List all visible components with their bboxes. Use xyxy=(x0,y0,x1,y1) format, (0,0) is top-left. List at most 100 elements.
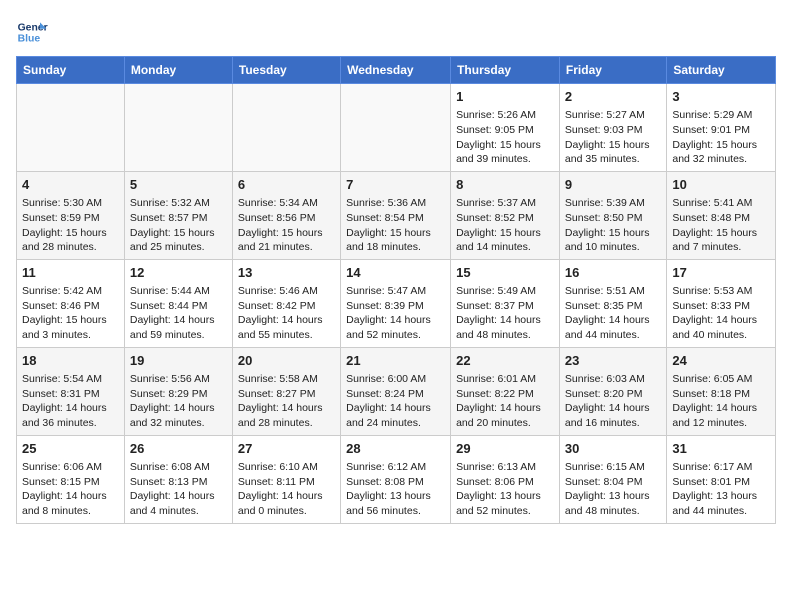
day-header-tuesday: Tuesday xyxy=(232,57,340,84)
day-header-sunday: Sunday xyxy=(17,57,125,84)
day-number: 31 xyxy=(672,440,770,458)
page-header: General Blue xyxy=(16,16,776,48)
day-info: Sunrise: 5:37 AM Sunset: 8:52 PM Dayligh… xyxy=(456,196,554,255)
calendar-header-row: SundayMondayTuesdayWednesdayThursdayFrid… xyxy=(17,57,776,84)
day-number: 22 xyxy=(456,352,554,370)
day-number: 19 xyxy=(130,352,227,370)
calendar-cell xyxy=(232,84,340,172)
day-number: 6 xyxy=(238,176,335,194)
day-info: Sunrise: 5:30 AM Sunset: 8:59 PM Dayligh… xyxy=(22,196,119,255)
day-number: 24 xyxy=(672,352,770,370)
day-info: Sunrise: 5:36 AM Sunset: 8:54 PM Dayligh… xyxy=(346,196,445,255)
day-info: Sunrise: 5:46 AM Sunset: 8:42 PM Dayligh… xyxy=(238,284,335,343)
day-number: 29 xyxy=(456,440,554,458)
day-info: Sunrise: 6:03 AM Sunset: 8:20 PM Dayligh… xyxy=(565,372,661,431)
day-info: Sunrise: 6:17 AM Sunset: 8:01 PM Dayligh… xyxy=(672,460,770,519)
calendar-week-row: 18Sunrise: 5:54 AM Sunset: 8:31 PM Dayli… xyxy=(17,347,776,435)
calendar-cell: 15 Sunrise: 5:49 AM Sunset: 8:37 PM Dayli… xyxy=(451,259,560,347)
day-number: 20 xyxy=(238,352,335,370)
day-number: 5 xyxy=(130,176,227,194)
calendar-cell: 13 Sunrise: 5:46 AM Sunset: 8:42 PM Dayli… xyxy=(232,259,340,347)
calendar-cell: 11Sunrise: 5:42 AM Sunset: 8:46 PM Dayli… xyxy=(17,259,125,347)
day-info: Sunrise: 5:41 AM Sunset: 8:48 PM Dayligh… xyxy=(672,196,770,255)
calendar-cell: 6 Sunrise: 5:34 AM Sunset: 8:56 PM Daylig… xyxy=(232,171,340,259)
calendar-cell: 31 Sunrise: 6:17 AM Sunset: 8:01 PM Dayli… xyxy=(667,435,776,523)
calendar-cell: 19 Sunrise: 5:56 AM Sunset: 8:29 PM Dayli… xyxy=(124,347,232,435)
day-header-friday: Friday xyxy=(559,57,666,84)
day-info: Sunrise: 5:34 AM Sunset: 8:56 PM Dayligh… xyxy=(238,196,335,255)
day-number: 27 xyxy=(238,440,335,458)
calendar-week-row: 11Sunrise: 5:42 AM Sunset: 8:46 PM Dayli… xyxy=(17,259,776,347)
day-number: 17 xyxy=(672,264,770,282)
calendar-cell: 30 Sunrise: 6:15 AM Sunset: 8:04 PM Dayli… xyxy=(559,435,666,523)
day-number: 12 xyxy=(130,264,227,282)
calendar-table: SundayMondayTuesdayWednesdayThursdayFrid… xyxy=(16,56,776,524)
calendar-cell: 23 Sunrise: 6:03 AM Sunset: 8:20 PM Dayli… xyxy=(559,347,666,435)
day-number: 25 xyxy=(22,440,119,458)
day-info: Sunrise: 5:54 AM Sunset: 8:31 PM Dayligh… xyxy=(22,372,119,431)
day-info: Sunrise: 6:05 AM Sunset: 8:18 PM Dayligh… xyxy=(672,372,770,431)
day-info: Sunrise: 5:56 AM Sunset: 8:29 PM Dayligh… xyxy=(130,372,227,431)
day-number: 2 xyxy=(565,88,661,106)
day-number: 28 xyxy=(346,440,445,458)
calendar-cell: 20Sunrise: 5:58 AM Sunset: 8:27 PM Dayli… xyxy=(232,347,340,435)
day-number: 15 xyxy=(456,264,554,282)
day-header-wednesday: Wednesday xyxy=(341,57,451,84)
day-header-thursday: Thursday xyxy=(451,57,560,84)
calendar-week-row: 1Sunrise: 5:26 AM Sunset: 9:05 PM Daylig… xyxy=(17,84,776,172)
calendar-cell: 3Sunrise: 5:29 AM Sunset: 9:01 PM Daylig… xyxy=(667,84,776,172)
calendar-cell: 22 Sunrise: 6:01 AM Sunset: 8:22 PM Dayli… xyxy=(451,347,560,435)
calendar-cell: 5 Sunrise: 5:32 AM Sunset: 8:57 PM Daylig… xyxy=(124,171,232,259)
day-info: Sunrise: 5:27 AM Sunset: 9:03 PM Dayligh… xyxy=(565,108,661,167)
calendar-cell: 12 Sunrise: 5:44 AM Sunset: 8:44 PM Dayli… xyxy=(124,259,232,347)
day-number: 1 xyxy=(456,88,554,106)
day-info: Sunrise: 5:53 AM Sunset: 8:33 PM Dayligh… xyxy=(672,284,770,343)
day-number: 4 xyxy=(22,176,119,194)
calendar-cell: 17 Sunrise: 5:53 AM Sunset: 8:33 PM Dayli… xyxy=(667,259,776,347)
calendar-week-row: 4 Sunrise: 5:30 AM Sunset: 8:59 PM Daylig… xyxy=(17,171,776,259)
day-info: Sunrise: 6:01 AM Sunset: 8:22 PM Dayligh… xyxy=(456,372,554,431)
day-number: 30 xyxy=(565,440,661,458)
calendar-cell xyxy=(124,84,232,172)
calendar-cell: 14 Sunrise: 5:47 AM Sunset: 8:39 PM Dayli… xyxy=(341,259,451,347)
day-info: Sunrise: 5:51 AM Sunset: 8:35 PM Dayligh… xyxy=(565,284,661,343)
day-info: Sunrise: 6:06 AM Sunset: 8:15 PM Dayligh… xyxy=(22,460,119,519)
calendar-cell: 25 Sunrise: 6:06 AM Sunset: 8:15 PM Dayli… xyxy=(17,435,125,523)
day-number: 7 xyxy=(346,176,445,194)
calendar-cell: 7 Sunrise: 5:36 AM Sunset: 8:54 PM Daylig… xyxy=(341,171,451,259)
day-info: Sunrise: 5:47 AM Sunset: 8:39 PM Dayligh… xyxy=(346,284,445,343)
day-info: Sunrise: 6:13 AM Sunset: 8:06 PM Dayligh… xyxy=(456,460,554,519)
calendar-cell: 4 Sunrise: 5:30 AM Sunset: 8:59 PM Daylig… xyxy=(17,171,125,259)
calendar-cell: 26Sunrise: 6:08 AM Sunset: 8:13 PM Dayli… xyxy=(124,435,232,523)
day-number: 21 xyxy=(346,352,445,370)
day-info: Sunrise: 6:12 AM Sunset: 8:08 PM Dayligh… xyxy=(346,460,445,519)
calendar-cell: 16 Sunrise: 5:51 AM Sunset: 8:35 PM Dayli… xyxy=(559,259,666,347)
day-number: 26 xyxy=(130,440,227,458)
day-info: Sunrise: 5:49 AM Sunset: 8:37 PM Dayligh… xyxy=(456,284,554,343)
calendar-cell: 8 Sunrise: 5:37 AM Sunset: 8:52 PM Daylig… xyxy=(451,171,560,259)
day-info: Sunrise: 6:15 AM Sunset: 8:04 PM Dayligh… xyxy=(565,460,661,519)
calendar-cell: 2 Sunrise: 5:27 AM Sunset: 9:03 PM Daylig… xyxy=(559,84,666,172)
calendar-cell: 28 Sunrise: 6:12 AM Sunset: 8:08 PM Dayli… xyxy=(341,435,451,523)
calendar-cell: 10 Sunrise: 5:41 AM Sunset: 8:48 PM Dayli… xyxy=(667,171,776,259)
day-number: 8 xyxy=(456,176,554,194)
calendar-cell: 1Sunrise: 5:26 AM Sunset: 9:05 PM Daylig… xyxy=(451,84,560,172)
day-info: Sunrise: 5:32 AM Sunset: 8:57 PM Dayligh… xyxy=(130,196,227,255)
calendar-cell: 18Sunrise: 5:54 AM Sunset: 8:31 PM Dayli… xyxy=(17,347,125,435)
day-number: 9 xyxy=(565,176,661,194)
day-number: 16 xyxy=(565,264,661,282)
calendar-week-row: 25 Sunrise: 6:06 AM Sunset: 8:15 PM Dayli… xyxy=(17,435,776,523)
day-info: Sunrise: 5:44 AM Sunset: 8:44 PM Dayligh… xyxy=(130,284,227,343)
logo-icon: General Blue xyxy=(16,16,48,48)
day-number: 13 xyxy=(238,264,335,282)
day-number: 10 xyxy=(672,176,770,194)
day-number: 11 xyxy=(22,264,119,282)
day-number: 14 xyxy=(346,264,445,282)
calendar-cell: 24 Sunrise: 6:05 AM Sunset: 8:18 PM Dayli… xyxy=(667,347,776,435)
day-number: 23 xyxy=(565,352,661,370)
calendar-cell: 9 Sunrise: 5:39 AM Sunset: 8:50 PM Daylig… xyxy=(559,171,666,259)
day-info: Sunrise: 6:00 AM Sunset: 8:24 PM Dayligh… xyxy=(346,372,445,431)
day-info: Sunrise: 5:39 AM Sunset: 8:50 PM Dayligh… xyxy=(565,196,661,255)
calendar-cell: 29 Sunrise: 6:13 AM Sunset: 8:06 PM Dayli… xyxy=(451,435,560,523)
day-number: 3 xyxy=(672,88,770,106)
